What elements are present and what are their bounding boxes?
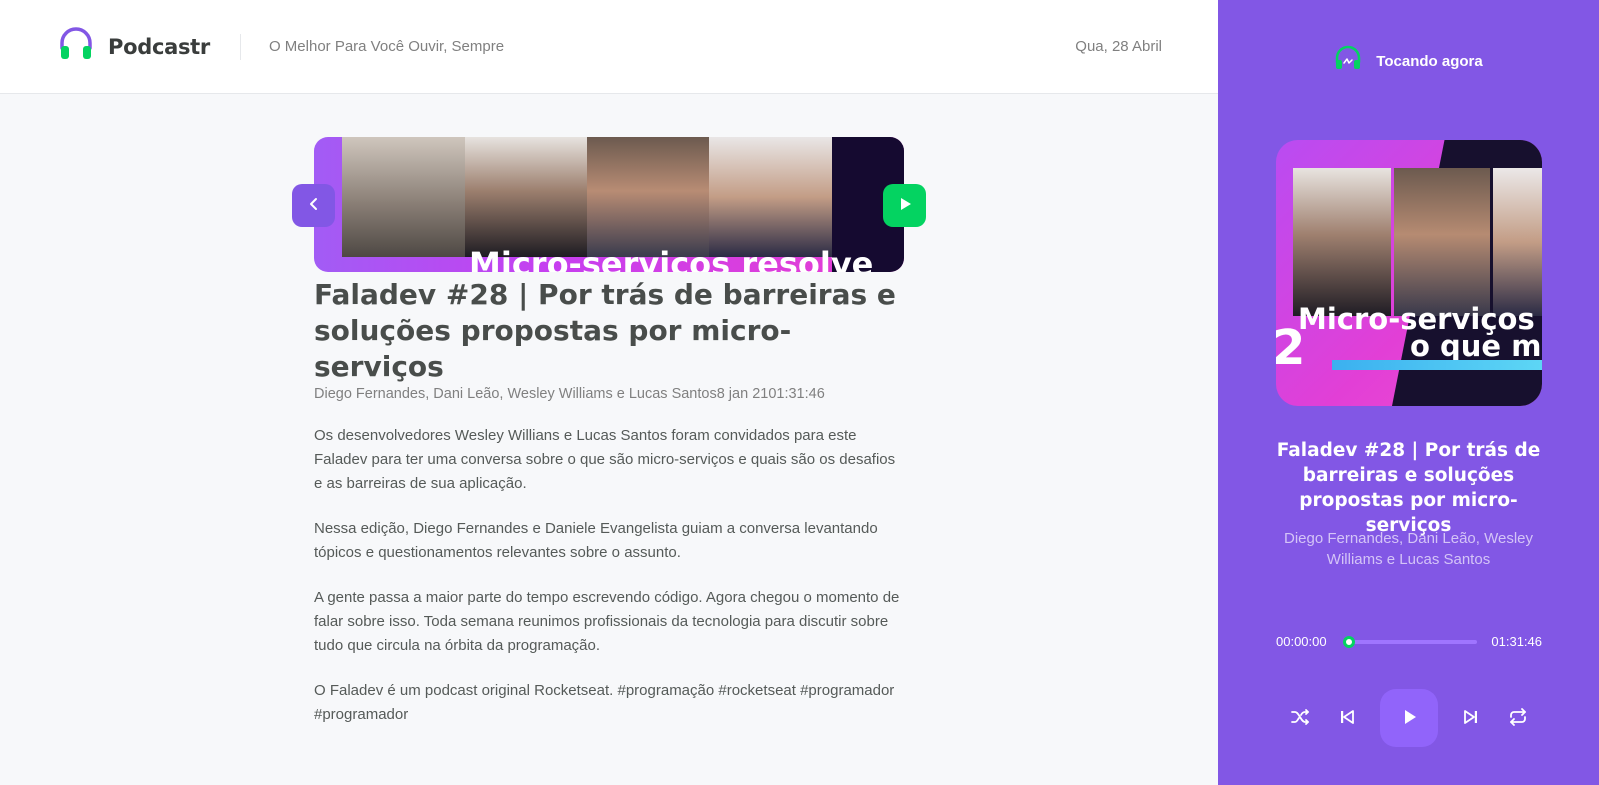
now-playing-members: Diego Fernandes, Dani Leão, Wesley Willi… [1283,530,1534,568]
repeat-button[interactable] [1504,704,1532,732]
skip-next-icon [1461,707,1481,730]
thumbnail-person-4 [709,137,832,257]
current-date: Qua, 28 Abril [1075,38,1162,55]
description-paragraph: O Faladev é um podcast original Rocketse… [314,682,895,723]
current-time: 00:00:00 [1276,634,1327,649]
shuffle-icon [1289,706,1311,731]
chevron-left-icon [305,195,323,216]
tagline: O Melhor Para Você Ouvir, Sempre [268,38,505,55]
description-paragraph: Nessa edição, Diego Fernandes e Daniele … [314,520,878,561]
shuffle-button[interactable] [1286,704,1314,732]
player-panel: Tocando agora 2 Micro-serviços re o que … [1218,0,1599,785]
skip-previous-icon [1337,707,1357,730]
episode-thumbnail-container: Micro-serviços resolve [292,137,926,272]
repeat-icon [1507,706,1529,731]
play-icon [896,195,914,216]
progress-slider[interactable] [1342,635,1478,648]
cover-person-1 [1293,168,1391,316]
logo[interactable]: Podcastr [58,26,210,67]
cover-caption-line-2: o que me [1410,329,1542,363]
episode-meta: Diego Fernandes, Dani Leão, Wesley Willi… [314,386,904,402]
episode-page: Micro-serviços resolve Faladev #28 | Por… [292,137,926,748]
app-header: Podcastr O Melhor Para Você Ouvir, Sempr… [0,0,1218,94]
episode-thumbnail: Micro-serviços resolve [314,137,904,272]
now-playing-title: Faladev #28 | Por trás de barreiras e so… [1276,440,1541,536]
episode-duration: 01:31:46 [768,386,825,402]
cover-person-3 [1493,168,1542,316]
play-button[interactable] [1380,689,1438,747]
play-icon [1399,707,1419,730]
episode-members: Diego Fernandes, Dani Leão, Wesley Willi… [314,386,717,402]
player-controls [1276,689,1542,747]
cover-accent-bar [1332,360,1542,370]
app-name: Podcastr [108,34,210,59]
progress-bar: 00:00:00 01:31:46 [1276,634,1542,649]
thumbnail-person-3 [587,137,709,257]
next-button[interactable] [1457,704,1485,732]
player-header: Tocando agora [1218,45,1599,78]
headphones-icon [58,26,94,67]
episode-date: 8 jan 21 [716,386,769,402]
previous-button[interactable] [1333,704,1361,732]
play-episode-button[interactable] [883,184,926,227]
now-playing-cover: 2 Micro-serviços re o que me [1276,140,1542,406]
episode-description: Os desenvolvedores Wesley Willians e Luc… [314,424,904,727]
episode-title: Faladev #28 | Por trás de barreiras e so… [314,278,896,383]
thumbnail-person-2 [465,137,587,257]
thumbnail-caption: Micro-serviços resolve [469,245,874,272]
back-button[interactable] [292,184,335,227]
thumbnail-person-1 [342,137,465,257]
now-playing-label: Tocando agora [1376,53,1483,70]
total-time: 01:31:46 [1491,634,1542,649]
cover-person-2 [1394,168,1490,316]
progress-handle[interactable] [1342,635,1355,648]
header-divider [239,33,241,60]
headphones-icon [1334,45,1362,78]
description-paragraph: A gente passa a maior parte do tempo esc… [314,589,900,654]
description-paragraph: Os desenvolvedores Wesley Willians e Luc… [314,427,896,492]
